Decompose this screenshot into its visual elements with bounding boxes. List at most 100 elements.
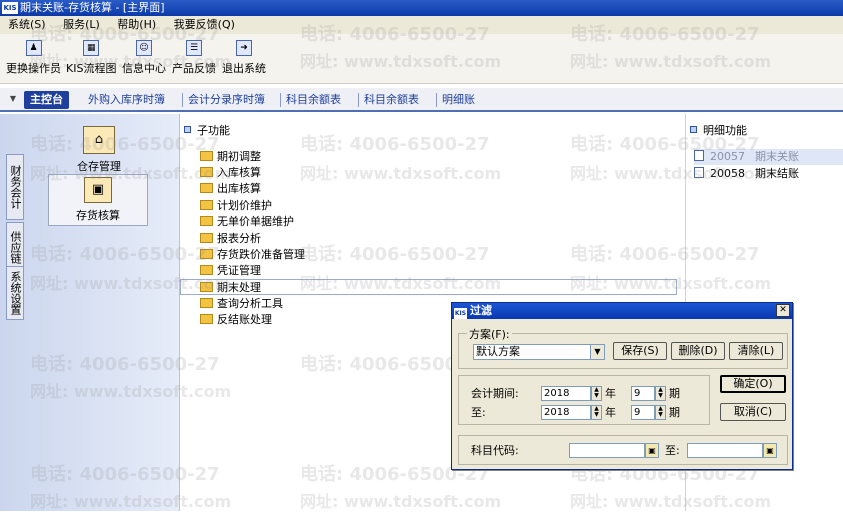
tree-item-outbound[interactable]: 出库核算 [200, 181, 261, 197]
menu-system[interactable]: 系统(S) [8, 18, 46, 31]
tab-purchase-journal[interactable]: 外购入库序时簿 [88, 91, 165, 109]
tree-item-label: 报表分析 [217, 232, 261, 245]
detail-header-label: 明细功能 [703, 124, 747, 137]
title-bar: KIS 期末关账-存货核算 - [主界面] [0, 0, 843, 16]
end-month-field[interactable]: 9 [631, 405, 655, 420]
feedback-label: 产品反馈 [172, 62, 216, 75]
inventory-icon: ▣ [84, 177, 112, 203]
close-icon[interactable]: ✕ [776, 304, 790, 317]
period-group: 会计期间: 2018 ▲ ▼ 年 9 ▲ ▼ 期 至: 2018 ▲ ▼ 年 9 ▲ ▼… [458, 375, 710, 425]
menu-feedback[interactable]: 我要反馈(Q) [174, 18, 235, 31]
to-label: 至: [471, 406, 486, 419]
menu-bar: 系统(S) 服务(L) 帮助(H) 我要反馈(Q) [0, 16, 843, 34]
tree-item-plan-price[interactable]: 计划价维护 [200, 198, 272, 214]
dialog-title: 过滤 [470, 304, 492, 317]
module-inventory-label: 存货核算 [76, 209, 120, 222]
tree-item-voucher[interactable]: 凭证管理 [200, 263, 261, 279]
ok-button[interactable]: 确定(O) [720, 375, 786, 393]
start-month-field[interactable]: 9 [631, 386, 655, 401]
save-button[interactable]: 保存(S) [613, 342, 667, 360]
module-warehouse[interactable]: ⌂ 仓存管理 [54, 126, 144, 174]
tab-ledger[interactable]: 明细账 [442, 91, 475, 109]
lookup-icon[interactable]: ▣ [763, 443, 777, 458]
flowchart-button[interactable]: ▦ KIS流程图 [66, 40, 116, 76]
detail-label: 期末关账 [755, 150, 799, 163]
chevron-down-icon[interactable]: ▼ [6, 94, 20, 106]
subject-code-from-field[interactable] [569, 443, 645, 458]
exit-icon: ➜ [236, 40, 252, 56]
toolbar: ♟ 更换操作员 ▦ KIS流程图 ☺ 信息中心 ☰ 产品反馈 ➜ 退出系统 [0, 34, 843, 84]
scheme-select-value: 默认方案 [476, 345, 520, 358]
clear-button[interactable]: 清除(L) [729, 342, 783, 360]
feedback-icon: ☰ [186, 40, 202, 56]
document-icon [694, 167, 704, 178]
folder-icon [200, 314, 213, 324]
vtab-system-settings[interactable]: 系统设置 [6, 266, 24, 320]
tab-voucher-journal[interactable]: 会计分录序时簿 [188, 91, 265, 109]
tree-item-label: 凭证管理 [217, 264, 261, 277]
feedback-button[interactable]: ☰ 产品反馈 [172, 40, 216, 76]
menu-help[interactable]: 帮助(H) [117, 18, 156, 31]
subject-code-to-field[interactable] [687, 443, 763, 458]
detail-label: 期末结账 [755, 167, 799, 180]
tree-item-opening-adjust[interactable]: 期初调整 [200, 149, 261, 165]
folder-icon [200, 233, 213, 243]
filter-dialog: KIS 过滤 ✕ 方案(F): 默认方案 ▼ 保存(S) 删除(D) 清除(L) … [451, 302, 793, 470]
tab-main-console[interactable]: 主控台 [24, 91, 69, 109]
end-year-spinner[interactable]: ▲ ▼ [591, 405, 602, 420]
tree-item-label: 期末处理 [217, 281, 261, 294]
tab-balance-1[interactable]: 科目余额表 [286, 91, 341, 109]
tree-item-inbound[interactable]: 入库核算 [200, 165, 261, 181]
tree-item-query-tools[interactable]: 查询分析工具 [200, 296, 283, 312]
detail-code: 20057 [710, 150, 745, 163]
period-unit: 期 [669, 387, 680, 400]
info-center-icon: ☺ [136, 40, 152, 56]
module-warehouse-label: 仓存管理 [77, 160, 121, 173]
tab-bar: ▼ 主控台 外购入库序时簿 会计分录序时簿 科目余额表 科目余额表 明细账 [0, 88, 843, 112]
cancel-button[interactable]: 取消(C) [720, 403, 786, 421]
chevron-down-icon[interactable]: ▼ [590, 345, 604, 359]
menu-service[interactable]: 服务(L) [63, 18, 100, 31]
subfunction-header-label: 子功能 [197, 124, 230, 137]
year-unit: 年 [605, 406, 616, 419]
document-icon [694, 150, 704, 161]
folder-icon [200, 265, 213, 275]
switch-user-button[interactable]: ♟ 更换操作员 [6, 40, 61, 76]
tree-item-label: 无单价单据维护 [217, 215, 294, 228]
tree-item-report[interactable]: 报表分析 [200, 231, 261, 247]
end-year-field[interactable]: 2018 [541, 405, 591, 420]
lookup-icon[interactable]: ▣ [645, 443, 659, 458]
subfunction-header: 子功能 [184, 122, 230, 138]
scheme-group-label: 方案(F): [467, 326, 512, 342]
detail-item-period-close[interactable]: 20057 期末关账 [694, 149, 843, 165]
exit-button[interactable]: ➜ 退出系统 [222, 40, 266, 76]
scheme-select[interactable]: 默认方案 ▼ [473, 344, 605, 360]
subject-group: 科目代码: ▣ 至: ▣ [458, 435, 788, 465]
module-inventory-accounting[interactable]: ▣ 存货核算 [48, 174, 148, 226]
tree-item-no-price[interactable]: 无单价单据维护 [200, 214, 294, 230]
delete-button[interactable]: 删除(D) [671, 342, 725, 360]
flowchart-icon: ▦ [83, 40, 100, 56]
folder-icon [200, 216, 213, 226]
vtab-finance[interactable]: 财务会计 [6, 154, 24, 220]
start-month-spinner[interactable]: ▲ ▼ [655, 386, 666, 401]
end-month-spinner[interactable]: ▲ ▼ [655, 405, 666, 420]
detail-code: 20058 [710, 167, 745, 180]
info-center-button[interactable]: ☺ 信息中心 [122, 40, 166, 76]
tab-balance-2[interactable]: 科目余额表 [364, 91, 419, 109]
vtab-supply-chain[interactable]: 供应链 [6, 222, 24, 272]
year-unit: 年 [605, 387, 616, 400]
folder-icon [200, 200, 213, 210]
period-label: 会计期间: [471, 387, 519, 400]
header-square-icon [690, 126, 697, 133]
folder-icon [200, 249, 213, 259]
start-year-spinner[interactable]: ▲ ▼ [591, 386, 602, 401]
detail-item-period-settle[interactable]: 20058 期末结账 [694, 166, 843, 182]
tree-item-period-end[interactable]: 期末处理 [180, 279, 677, 295]
tree-item-impairment[interactable]: 存货跌价准备管理 [200, 247, 305, 263]
tree-item-label: 出库核算 [217, 182, 261, 195]
start-year-field[interactable]: 2018 [541, 386, 591, 401]
period-unit: 期 [669, 406, 680, 419]
tree-item-label: 计划价维护 [217, 199, 272, 212]
tree-item-reverse-close[interactable]: 反结账处理 [200, 312, 272, 328]
